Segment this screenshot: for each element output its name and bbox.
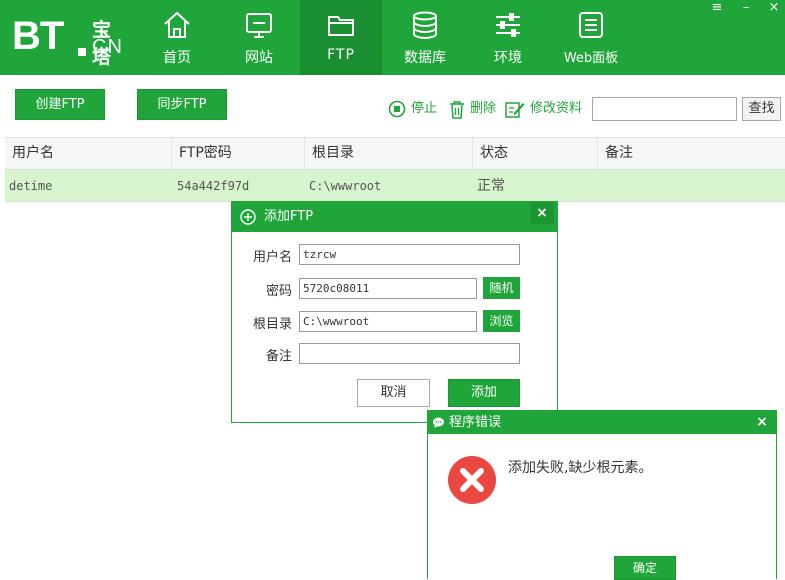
trash-icon: [450, 101, 464, 119]
note-label: 备注: [265, 349, 292, 364]
add-ftp-close-button[interactable]: ×: [530, 202, 554, 224]
nav-item-ftp[interactable]: FTP: [300, 0, 382, 75]
add-ftp-dialog-titlebar: 添加FTP: [232, 202, 557, 232]
table-header: 用户名 FTP密码 根目录 状态 备注: [5, 137, 785, 170]
plus-circle-icon: [240, 209, 256, 225]
random-password-button[interactable]: 随机: [483, 277, 520, 299]
edit-icon: [505, 102, 525, 118]
note-field[interactable]: [299, 343, 520, 364]
cell-status: 正常: [477, 178, 505, 194]
browse-button[interactable]: 浏览: [483, 310, 520, 332]
edit-info-button[interactable]: 修改资料: [505, 99, 583, 119]
nav-label-home: 首页: [163, 50, 191, 66]
column-header-note[interactable]: 备注: [598, 138, 785, 169]
cancel-button[interactable]: 取消: [357, 379, 430, 407]
document-icon: [579, 12, 603, 38]
logo-dot: [78, 48, 86, 56]
cell-password: 54a442f97d: [177, 179, 250, 193]
delete-button[interactable]: 删除: [448, 99, 498, 119]
delete-label: 删除: [470, 101, 497, 116]
nav-label-web-panel: Web面板: [563, 51, 619, 66]
nav-item-environment[interactable]: 环境: [467, 0, 549, 75]
cell-note: [598, 170, 785, 202]
stop-icon: [388, 100, 406, 118]
root-dir-field[interactable]: [299, 311, 477, 332]
sync-ftp-button[interactable]: 同步FTP: [137, 89, 227, 120]
add-ftp-dialog: 添加FTP × 用户名 密码 随机 根目录 浏览 备注 取消 添加: [231, 201, 558, 423]
minimize-button[interactable]: –: [734, 0, 758, 16]
column-header-status[interactable]: 状态: [473, 138, 598, 169]
database-icon: [413, 11, 437, 40]
ok-button[interactable]: 确定: [614, 556, 676, 580]
menu-icon[interactable]: ≡: [705, 0, 729, 16]
error-close-button[interactable]: ×: [750, 411, 774, 434]
error-dialog-titlebar: 程序错误: [428, 411, 776, 434]
username-field[interactable]: [299, 244, 520, 265]
error-dialog-title: 程序错误: [449, 415, 502, 430]
home-icon: [164, 11, 190, 38]
error-dialog: 程序错误 × 添加失败,缺少根元素。 确定: [427, 410, 777, 580]
top-navigation-bar: BT 宝塔 CN 首页 网站 FTP 数据库 环境 Web面板 ≡ – ×: [0, 0, 785, 75]
chat-bubble-icon: [433, 417, 444, 428]
cell-username: detime: [9, 179, 53, 193]
column-header-username[interactable]: 用户名: [5, 138, 172, 169]
add-button[interactable]: 添加: [448, 379, 520, 407]
username-label: 用户名: [252, 250, 292, 265]
nav-label-website: 网站: [245, 50, 273, 66]
error-icon: [448, 456, 496, 504]
search-input[interactable]: [592, 97, 737, 121]
close-window-button[interactable]: ×: [762, 0, 785, 16]
monitor-icon: [246, 13, 272, 38]
nav-label-environment: 环境: [494, 50, 522, 66]
create-ftp-button[interactable]: 创建FTP: [15, 89, 105, 120]
nav-item-website[interactable]: 网站: [218, 0, 300, 75]
logo-bt-text: BT: [12, 14, 64, 58]
nav-label-ftp: FTP: [327, 47, 355, 63]
table-row[interactable]: detime 54a442f97d C:\wwwroot 正常: [5, 170, 785, 202]
nav-label-database: 数据库: [404, 50, 446, 66]
search-button[interactable]: 查找: [742, 97, 781, 121]
password-field[interactable]: [299, 278, 477, 299]
password-label: 密码: [265, 284, 292, 299]
error-message: 添加失败,缺少根元素。: [508, 460, 653, 476]
nav-item-web-panel[interactable]: Web面板: [550, 0, 632, 75]
edit-info-label: 修改资料: [530, 101, 583, 116]
add-ftp-dialog-title: 添加FTP: [264, 209, 314, 224]
folder-icon: [328, 16, 354, 36]
nav-item-database[interactable]: 数据库: [384, 0, 466, 75]
stop-label: 停止: [411, 101, 438, 116]
column-header-root[interactable]: 根目录: [305, 138, 473, 169]
nav-item-home[interactable]: 首页: [136, 0, 218, 75]
cell-root: C:\wwwroot: [309, 179, 382, 193]
logo-cn-text: CN: [92, 36, 123, 58]
sliders-icon: [496, 13, 520, 37]
column-header-password[interactable]: FTP密码: [172, 138, 305, 169]
root-dir-label: 根目录: [252, 317, 292, 332]
stop-button[interactable]: 停止: [388, 99, 438, 119]
